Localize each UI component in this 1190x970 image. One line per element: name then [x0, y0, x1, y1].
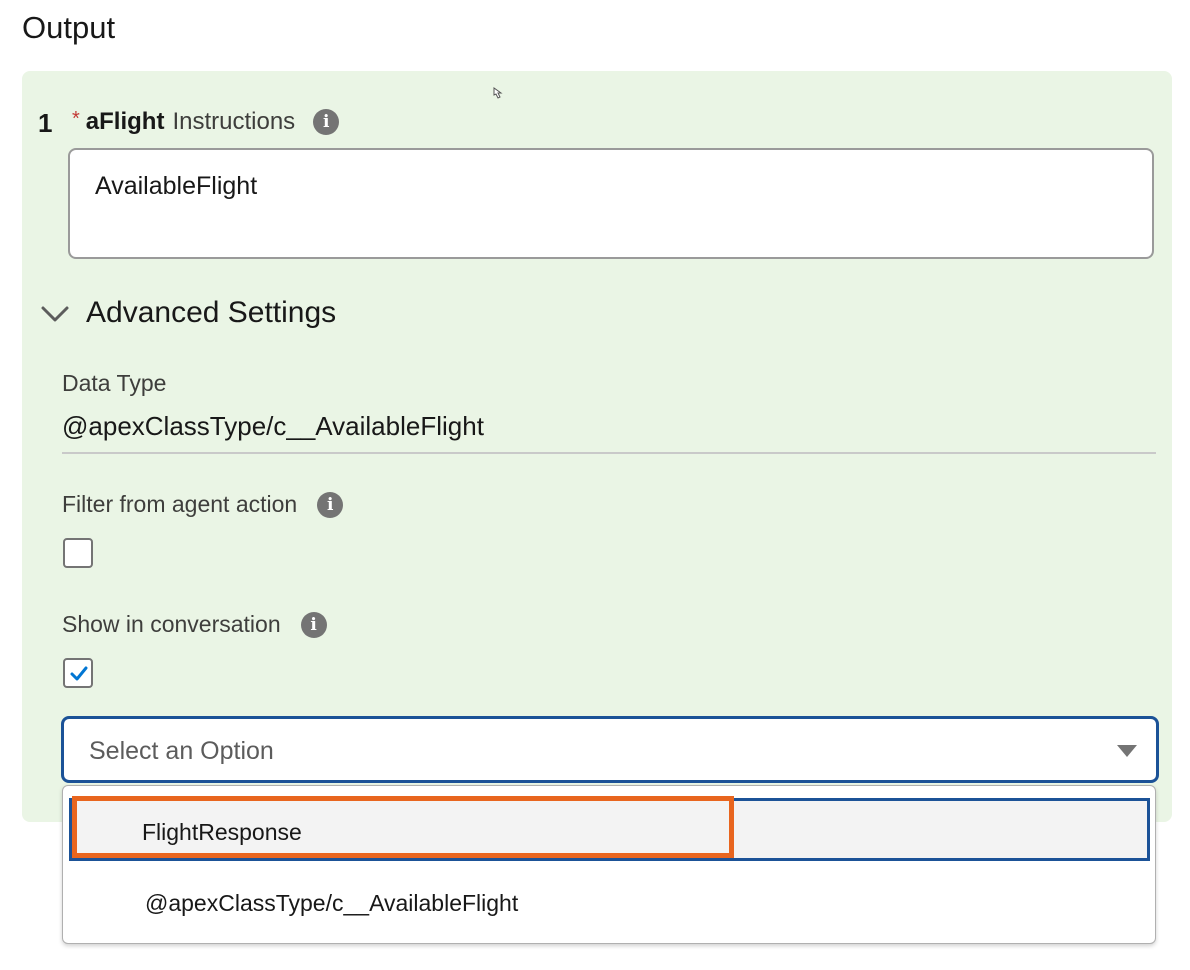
info-icon[interactable]: i [300, 611, 327, 638]
option-available-flight[interactable]: @apexClassType/c__AvailableFlight [63, 886, 1155, 926]
instructions-value: AvailableFlight [95, 172, 258, 200]
data-type-value: @apexClassType/c__AvailableFlight [62, 411, 484, 441]
data-type-divider [62, 452, 1156, 454]
option-select[interactable]: Select an Option [61, 716, 1159, 783]
filter-label-row: Filter from agent action i [62, 491, 344, 518]
hand-cursor-icon [493, 87, 503, 99]
annotation-highlight [72, 796, 734, 858]
filter-checkbox[interactable] [63, 538, 93, 568]
select-placeholder: Select an Option [89, 737, 274, 765]
instructions-field-label: * aFlight Instructions i [72, 107, 340, 137]
chevron-down-icon [41, 306, 69, 322]
param-name: aFlight [85, 108, 165, 135]
show-checkbox[interactable] [63, 658, 93, 688]
caret-down-icon [1117, 745, 1137, 757]
option-label: @apexClassType/c__AvailableFlight [145, 890, 519, 916]
required-marker: * [72, 107, 80, 130]
data-type-label: Data Type [62, 370, 167, 396]
info-icon[interactable]: i [313, 109, 340, 135]
filter-label: Filter from agent action [62, 491, 298, 517]
instructions-textarea[interactable]: AvailableFlight [68, 148, 1154, 259]
param-label-suffix: Instructions [172, 108, 296, 135]
info-icon[interactable]: i [317, 491, 344, 518]
output-number: 1 [38, 108, 53, 138]
page-title: Output [22, 10, 116, 45]
show-label-row: Show in conversation i [62, 611, 327, 638]
advanced-settings-title: Advanced Settings [86, 296, 337, 329]
show-label: Show in conversation [62, 611, 281, 637]
advanced-settings-toggle[interactable]: Advanced Settings [40, 296, 336, 330]
checkmark-icon [70, 666, 88, 681]
